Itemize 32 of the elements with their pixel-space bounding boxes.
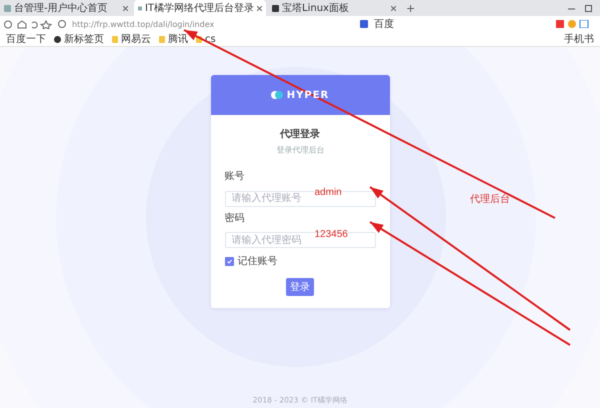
new-tab-button[interactable]: + (402, 2, 420, 14)
field-label: 账号 (224, 170, 246, 183)
nav-icons-drawing[interactable] (4, 20, 52, 28)
maximize-icon[interactable] (585, 4, 592, 12)
mobile-bookmark[interactable]: 手机书 (564, 32, 594, 46)
close-icon[interactable] (391, 6, 396, 10)
page-icon (4, 4, 11, 12)
browser-tab[interactable]: 宝塔Linux面板 (268, 0, 400, 16)
page-icon (138, 4, 142, 12)
checkbox-label: 记住账号 (238, 254, 278, 268)
login-title: 代理登录 (278, 128, 321, 141)
folder-icon (159, 36, 165, 42)
bookmark-item[interactable]: 百度一下 (6, 32, 46, 46)
browser-tab[interactable]: 台管理-用户中心首页 (0, 0, 132, 16)
bookmark-item[interactable]: 腾讯 (159, 32, 188, 46)
search-engine-label[interactable]: 百度 (374, 17, 394, 31)
bookmark-item[interactable]: 网易云 (112, 32, 151, 46)
search-engine-icon (360, 20, 368, 28)
globe-icon (54, 36, 61, 42)
annotation-text: 代理后台 (470, 192, 510, 206)
checkbox[interactable] (224, 256, 234, 266)
page-icon (272, 4, 279, 12)
address-field[interactable]: http://frp.wwttd.top/dali/login/index (72, 20, 214, 28)
folder-icon (112, 36, 118, 42)
login-subtitle: 登录代理后台 (275, 145, 325, 156)
logo-icon (270, 91, 283, 99)
browser-tab[interactable]: IT橘学网络代理后台登录 (134, 0, 266, 16)
field-label: 密码 (224, 212, 246, 224)
close-icon[interactable] (257, 6, 262, 10)
login-button[interactable]: 登录 (286, 278, 314, 296)
bookmark-item[interactable]: 新标签页 (54, 32, 104, 46)
close-icon[interactable] (123, 6, 128, 10)
